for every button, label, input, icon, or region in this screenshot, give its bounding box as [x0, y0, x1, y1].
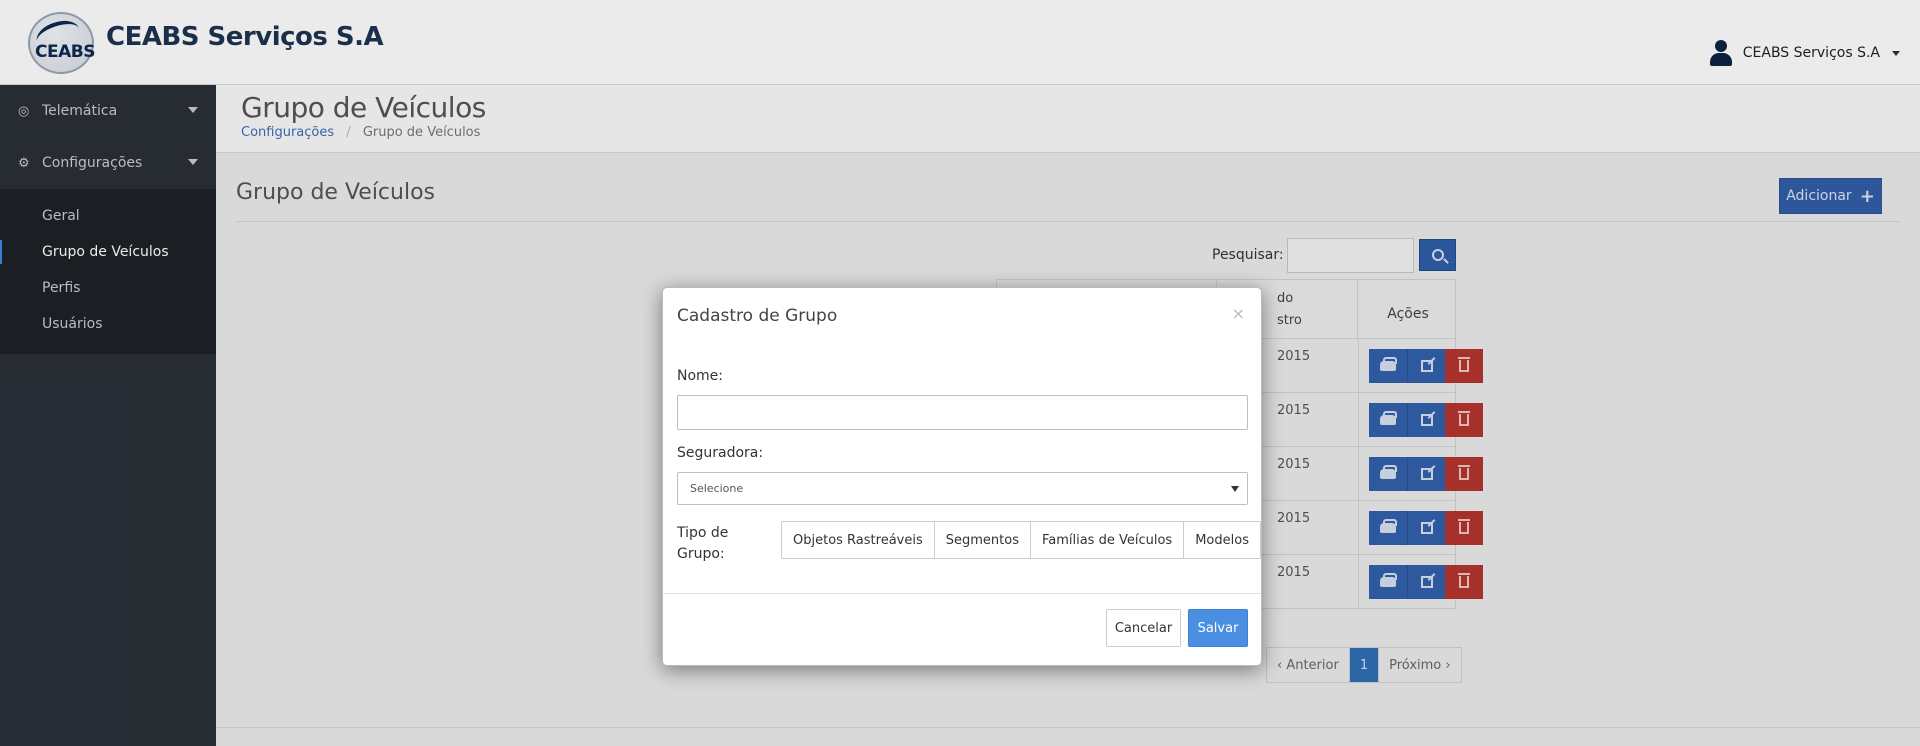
- cancel-button[interactable]: Cancelar: [1106, 609, 1181, 647]
- tipo-objetos-rastreaveis[interactable]: Objetos Rastreáveis: [782, 522, 935, 558]
- tipo-modelos[interactable]: Modelos: [1184, 522, 1260, 558]
- tipo-segmentos[interactable]: Segmentos: [934, 522, 1031, 558]
- modal-footer-divider: [663, 593, 1261, 594]
- nome-label: Nome:: [677, 368, 724, 384]
- save-button[interactable]: Salvar: [1188, 609, 1248, 647]
- tipo-de-grupo-button-group: Objetos Rastreáveis Segmentos Famílias d…: [781, 521, 1261, 559]
- close-icon[interactable]: ×: [1232, 304, 1245, 323]
- chevron-down-icon: [1231, 486, 1239, 492]
- seguradora-label: Seguradora:: [677, 445, 764, 461]
- seguradora-selected-value: Selecione: [690, 482, 744, 495]
- tipo-familias-de-veiculos[interactable]: Famílias de Veículos: [1030, 522, 1185, 558]
- seguradora-select[interactable]: Selecione: [677, 472, 1248, 505]
- tipo-de-grupo-label: Tipo de Grupo:: [677, 525, 729, 562]
- nome-input[interactable]: [677, 395, 1248, 430]
- modal-title: Cadastro de Grupo: [677, 306, 838, 326]
- cadastro-de-grupo-modal: Cadastro de Grupo × Nome: Seguradora: Se…: [662, 287, 1262, 666]
